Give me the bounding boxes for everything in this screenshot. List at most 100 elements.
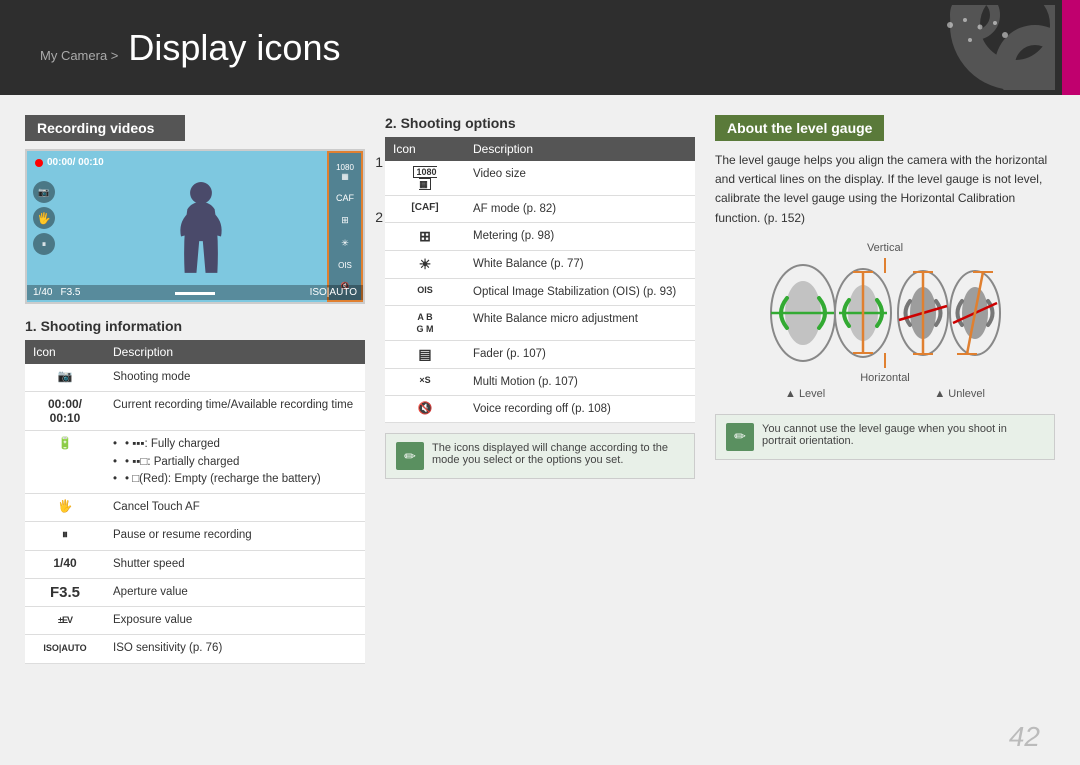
table-row-icon: F3.5 [25,578,105,606]
gauge-labels-row: ▲ Level ▲ Unlevel [785,388,985,400]
table-row-icon: 00:00/​00:10 [25,392,105,431]
left-icons: 📷 🖐 ⏸ [33,181,55,255]
opt-col-icon: Icon [385,137,465,161]
vertical-label: Vertical [867,242,903,254]
camera-icon: 📷 [33,181,55,203]
col-icon-header: Icon [25,340,105,364]
rp-icon-5: OIS [338,261,352,270]
level-gauge-diagram: Vertical [715,242,1055,400]
table-row-icon: OIS [385,279,465,306]
table-row: ISO|AUTOISO sensitivity (p. 76) [25,635,365,663]
table-row: [CAF]AF mode (p. 82) [385,196,695,223]
table-row: 1080▦Video size [385,161,695,196]
pause-icon: ⏸ [33,233,55,255]
table-row-desc: • ▪▪▪: Fully charged• ▪▪□: Partially cha… [105,431,365,494]
table-row-desc: White Balance (p. 77) [465,251,695,279]
table-row-desc: Aperture value [105,578,365,606]
table-row: ⊞Metering (p. 98) [385,223,695,251]
level-gauge-desc: The level gauge helps you align the came… [715,151,1055,228]
shooting-info-heading: 1. Shooting information [25,318,365,334]
horizontal-label: Horizontal [860,372,910,384]
shooting-options-heading: 2. Shooting options [385,115,695,131]
table-row-icon: 1080▦ [385,161,465,196]
table-row: OISOptical Image Stabilization (OIS) (p.… [385,279,695,306]
rp-icon-2: CAF [336,193,354,203]
level-gauge-svg [765,258,1005,368]
accent-bar [1062,0,1080,95]
unlevel-label: ▲ Unlevel [934,388,985,400]
table-row-desc: Shutter speed [105,550,365,578]
note-icon: ✏ [396,442,424,470]
header: My Camera > Display icons [0,0,1080,95]
shooting-options-note: ✏ The icons displayed will change accord… [385,433,695,479]
rp-icon-4: ✳ [341,238,349,249]
recording-videos-heading: Recording videos [25,115,185,141]
rec-text: 00:00/ 00:10 [47,157,104,168]
table-row-icon: 📷 [25,364,105,392]
table-row-desc: Fader (p. 107) [465,341,695,369]
table-row: ☀White Balance (p. 77) [385,251,695,279]
table-row: A BG MWhite Balance micro adjustment [385,306,695,341]
level-gauge-note: ✏ You cannot use the level gauge when yo… [715,414,1055,460]
table-row-icon: 🖐 [25,494,105,522]
table-row: ×SMulti Motion (p. 107) [385,369,695,396]
table-row-icon: A BG M [385,306,465,341]
label-2: 2 [375,209,383,225]
page-number: 42 [1009,721,1040,753]
touch-icon: 🖐 [33,207,55,229]
header-dots [940,15,1020,55]
table-row: ±EVExposure value [25,607,365,635]
table-row-desc: Metering (p. 98) [465,223,695,251]
table-row: ▤Fader (p. 107) [385,341,695,369]
person-silhouette [171,182,231,282]
table-row: 📷Shooting mode [25,364,365,392]
table-row-icon: 🔋 [25,431,105,494]
breadcrumb: My Camera > [40,48,118,63]
table-row: 🔋• ▪▪▪: Fully charged• ▪▪□: Partially ch… [25,431,365,494]
main-content: Recording videos 00:00/ 00:10 📷 🖐 ⏸ [0,95,1080,765]
table-row-desc: Pause or resume recording [105,522,365,550]
page-title: Display icons [128,27,340,69]
camera-preview-container: 00:00/ 00:10 📷 🖐 ⏸ 1080▦ [25,149,365,304]
table-row-desc: Shooting mode [105,364,365,392]
list-item: • ▪▪▪: Fully charged [113,436,357,453]
left-column: Recording videos 00:00/ 00:10 📷 🖐 ⏸ [25,115,365,745]
table-row: 00:00/​00:10Current recording time/Avail… [25,392,365,431]
list-item: • ▪▪□: Partially charged [113,454,357,471]
table-row-desc: AF mode (p. 82) [465,196,695,223]
level-note-text: You cannot use the level gauge when you … [762,423,1044,451]
rp-icon-3: ⊞ [341,215,349,226]
table-row-desc: Exposure value [105,607,365,635]
red-dot [35,159,43,167]
camera-preview: 00:00/ 00:10 📷 🖐 ⏸ 1080▦ [25,149,365,304]
table-row-icon: [CAF] [385,196,465,223]
table-row: 1/40Shutter speed [25,550,365,578]
shooting-options-table: Icon Description 1080▦Video size[CAF]AF … [385,137,695,423]
table-row-icon: ⊞ [385,223,465,251]
table-row-desc: ISO sensitivity (p. 76) [105,635,365,663]
col-desc-header: Description [105,340,365,364]
right-column: About the level gauge The level gauge he… [715,115,1055,745]
table-row-icon: ±EV [25,607,105,635]
right-panel: 1080▦ CAF ⊞ ✳ OIS 🔇 [327,151,363,302]
bottom-bar: 1/40 F3.5 ▬▬▬▬ ISO|AUTO [27,285,363,300]
table-row-desc: Video size [465,161,695,196]
table-row-icon: ⏸ [25,522,105,550]
level-label: ▲ Level [785,388,825,400]
table-row-icon: ☀ [385,251,465,279]
table-row-desc: Optical Image Stabilization (OIS) (p. 93… [465,279,695,306]
level-gauge-heading: About the level gauge [715,115,884,141]
record-indicator: 00:00/ 00:10 [35,157,104,168]
note-text: The icons displayed will change accordin… [432,442,684,470]
mid-column: 2. Shooting options Icon Description 108… [385,115,695,745]
level-note-icon: ✏ [726,423,754,451]
table-row-desc: White Balance micro adjustment [465,306,695,341]
table-row-desc: Cancel Touch AF [105,494,365,522]
table-row-desc: Multi Motion (p. 107) [465,369,695,396]
table-row-desc: Current recording time/Available recordi… [105,392,365,431]
label-1: 1 [375,154,383,170]
table-row: 🔇Voice recording off (p. 108) [385,396,695,423]
shooting-info-table: Icon Description 📷Shooting mode00:00/​00… [25,340,365,664]
list-item: • □(Red): Empty (recharge the battery) [113,471,357,488]
table-row-icon: ▤ [385,341,465,369]
